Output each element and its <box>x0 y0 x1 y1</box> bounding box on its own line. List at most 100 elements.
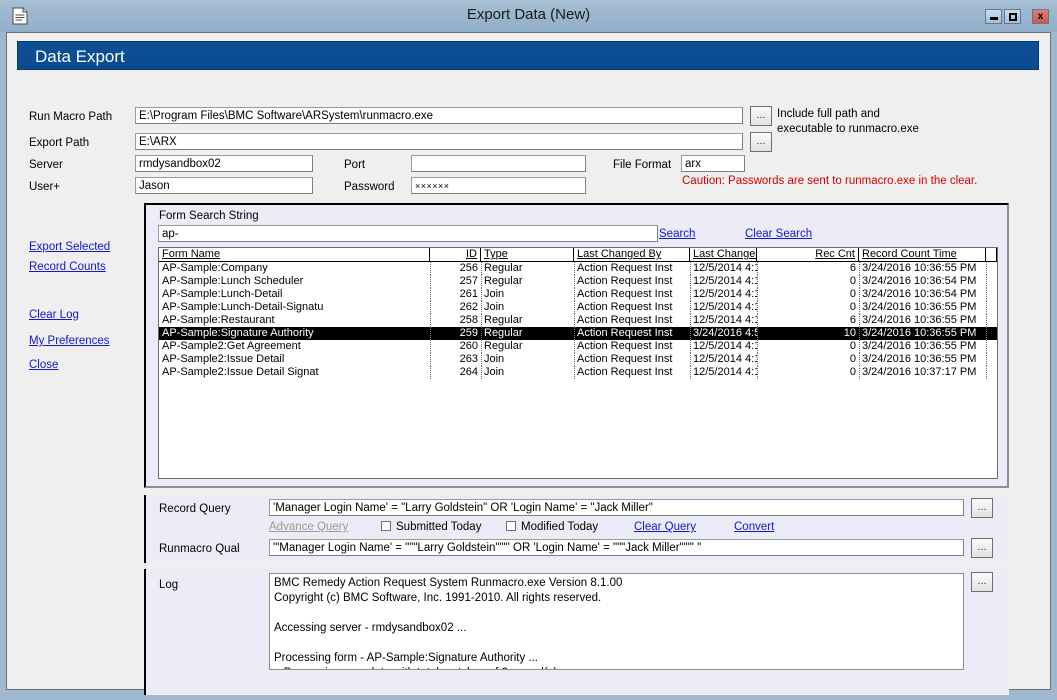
password-label: Password <box>344 181 395 193</box>
table-column-header[interactable]: Rec Cnt <box>757 248 859 261</box>
table-cell: AP-Sample2:Issue Detail Signat <box>162 366 319 378</box>
export-path-browse-button[interactable]: ... <box>750 132 772 152</box>
table-cell: 6 <box>849 314 856 326</box>
table-cell: 12/5/2014 4:14:36 PM <box>693 275 757 287</box>
runmacro-hint-line2: executable to runmacro.exe <box>777 123 919 135</box>
table-row[interactable]: AP-Sample:Lunch-Detail 261 Join Action Requ… <box>159 288 997 301</box>
form-search-input[interactable]: ap- <box>158 225 658 242</box>
table-cell: Regular <box>484 340 523 352</box>
table-cell: 262 <box>459 301 478 313</box>
clear-search-button[interactable]: Clear Search <box>745 228 812 240</box>
table-column-header[interactable]: Type <box>481 248 574 261</box>
password-input[interactable]: ×××××× <box>411 177 586 194</box>
table-cell: Action Request Inst <box>577 288 673 300</box>
table-cell: AP-Sample:Signature Authority <box>162 327 314 339</box>
advance-query-link[interactable]: Advance Query <box>269 521 348 533</box>
table-cell: 3/24/2016 10:36:55 PM <box>862 353 977 365</box>
table-column-header[interactable]: ID <box>430 248 481 261</box>
minimize-icon <box>989 17 998 20</box>
table-cell: 3/24/2016 10:36:54 PM <box>862 275 977 287</box>
table-cell: AP-Sample:Lunch-Detail-Signatu <box>162 301 324 313</box>
forms-table[interactable]: Form Name ID Type Last Changed By Last Chang… <box>158 247 998 479</box>
run-macro-path-label: Run Macro Path <box>29 111 113 123</box>
table-row[interactable]: AP-Sample:Restaurant 258 Regular Action Req… <box>159 314 997 327</box>
table-row[interactable]: AP-Sample:Company 256 Regular Action Reques… <box>159 262 997 275</box>
table-cell: AP-Sample:Lunch-Detail <box>162 288 283 300</box>
table-cell: Action Request Inst <box>577 366 673 378</box>
sidebar-item-export-selected[interactable]: Export Selected <box>29 241 110 253</box>
table-cell: Join <box>484 366 505 378</box>
table-cell <box>986 288 997 301</box>
table-column-header[interactable]: Form Name <box>159 248 430 261</box>
sidebar-item-my-preferences[interactable]: My Preferences <box>29 335 110 347</box>
table-cell: Regular <box>484 327 523 339</box>
submitted-today-checkbox[interactable]: Submitted Today <box>381 521 481 533</box>
runmacro-qual-browse-button[interactable]: ... <box>971 538 993 558</box>
port-input[interactable] <box>411 155 586 172</box>
table-cell: 12/5/2014 4:14:38 PM <box>693 353 757 365</box>
query-panel: Record Query 'Manager Login Name' = "Lar… <box>144 495 1009 563</box>
export-path-label: Export Path <box>29 137 90 149</box>
modified-today-label: Modified Today <box>521 521 599 533</box>
table-cell: AP-Sample2:Get Agreement <box>162 340 301 352</box>
runmacro-hint-line1: Include full path and <box>777 108 880 120</box>
table-row[interactable]: AP-Sample2:Issue Detail 263 Join Action Req… <box>159 353 997 366</box>
checkbox-icon[interactable] <box>381 521 391 531</box>
table-column-header[interactable] <box>986 248 997 261</box>
user-input[interactable]: Jason <box>135 177 313 194</box>
table-column-header[interactable]: Record Count Time <box>859 248 986 261</box>
file-format-input[interactable]: arx <box>681 155 745 172</box>
table-row[interactable]: AP-Sample:Lunch-Detail-Signatu 262 Join Act… <box>159 301 997 314</box>
table-cell <box>986 314 997 327</box>
table-cell: 260 <box>459 340 478 352</box>
table-cell: 0 <box>849 353 856 365</box>
table-cell: Action Request Inst <box>577 275 673 287</box>
sidebar-item-record-counts[interactable]: Record Counts <box>29 261 106 273</box>
table-cell: 256 <box>459 262 478 274</box>
table-header-row: Form Name ID Type Last Changed By Last Chang… <box>159 248 997 262</box>
table-cell <box>986 366 997 379</box>
export-path-input[interactable]: E:\ARX <box>135 133 743 150</box>
close-button[interactable]: x <box>1032 9 1049 24</box>
convert-link[interactable]: Convert <box>734 521 774 533</box>
table-row[interactable]: AP-Sample:Lunch Scheduler 257 Regular Actio… <box>159 275 997 288</box>
sidebar-item-close[interactable]: Close <box>29 359 58 371</box>
form-search-string-label: Form Search String <box>159 210 259 222</box>
table-cell: 10 <box>843 327 856 339</box>
server-input[interactable]: rmdysandbox02 <box>135 155 313 172</box>
search-button[interactable]: Search <box>659 228 695 240</box>
page-title: Data Export <box>17 41 1039 70</box>
minimize-button[interactable] <box>985 9 1002 24</box>
run-macro-path-browse-button[interactable]: ... <box>750 106 772 126</box>
table-cell <box>986 327 997 340</box>
sidebar-item-clear-log[interactable]: Clear Log <box>29 309 79 321</box>
table-body[interactable]: AP-Sample:Company 256 Regular Action Reques… <box>159 262 997 379</box>
file-format-label: File Format <box>613 159 672 171</box>
run-macro-path-input[interactable]: E:\Program Files\BMC Software\ARSystem\r… <box>135 107 743 124</box>
table-column-header[interactable]: Last Changed <box>690 248 757 261</box>
table-cell: Regular <box>484 275 523 287</box>
modified-today-checkbox[interactable]: Modified Today <box>506 521 598 533</box>
table-row[interactable]: AP-Sample:Signature Authority 259 Regular A… <box>159 327 997 340</box>
table-column-header[interactable]: Last Changed By <box>574 248 690 261</box>
user-label: User+ <box>29 181 60 193</box>
table-cell: 264 <box>459 366 478 378</box>
table-row[interactable]: AP-Sample2:Issue Detail Signat 264 Join Act… <box>159 366 997 379</box>
table-cell <box>986 353 997 366</box>
table-cell: AP-Sample:Lunch Scheduler <box>162 275 304 287</box>
table-cell: Action Request Inst <box>577 327 673 339</box>
log-textarea[interactable]: BMC Remedy Action Request System Runmacr… <box>269 573 964 670</box>
table-cell: Action Request Inst <box>577 262 673 274</box>
record-query-browse-button[interactable]: ... <box>971 498 993 518</box>
log-label: Log <box>159 579 179 591</box>
table-cell: 12/5/2014 4:14:52 PM <box>693 301 757 313</box>
clear-query-link[interactable]: Clear Query <box>634 521 696 533</box>
table-cell: 3/24/2016 10:36:55 PM <box>862 314 977 326</box>
maximize-button[interactable] <box>1004 9 1021 24</box>
runmacro-qual-input[interactable]: '"Manager Login Name' = """Larry Goldste… <box>269 539 964 556</box>
log-browse-button[interactable]: ... <box>971 572 993 592</box>
log-panel: Log BMC Remedy Action Request System Run… <box>144 569 1009 695</box>
table-row[interactable]: AP-Sample2:Get Agreement 260 Regular Action… <box>159 340 997 353</box>
record-query-input[interactable]: 'Manager Login Name' = "Larry Goldstein"… <box>269 499 964 516</box>
checkbox-icon[interactable] <box>506 521 516 531</box>
